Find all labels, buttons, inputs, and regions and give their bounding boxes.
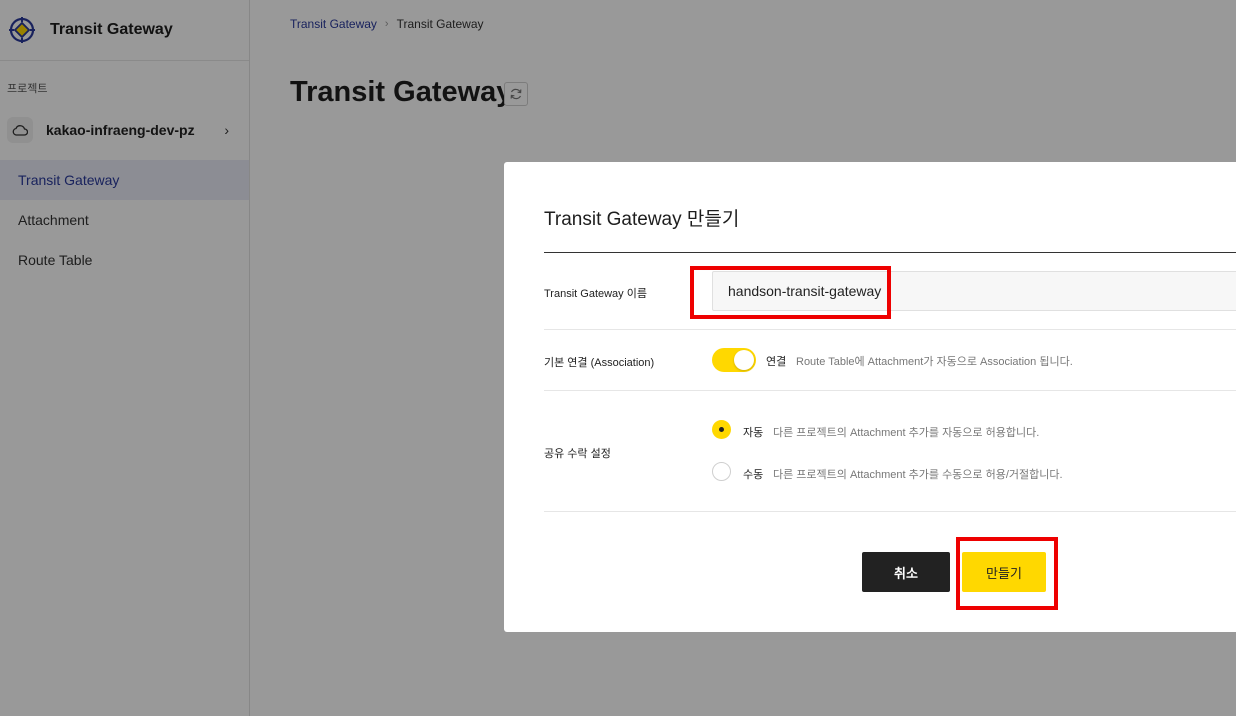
radio-manual-description: 다른 프로젝트의 Attachment 추가를 수동으로 허용/거절합니다. bbox=[773, 469, 1063, 481]
radio-auto[interactable] bbox=[712, 420, 731, 439]
radio-manual[interactable] bbox=[712, 462, 731, 481]
highlight-create-button bbox=[956, 537, 1058, 610]
association-description: Route Table에 Attachment가 자동으로 Associatio… bbox=[796, 356, 1073, 368]
row-divider bbox=[544, 329, 1236, 330]
association-toggle[interactable] bbox=[712, 348, 756, 372]
share-acceptance-label: 공유 수락 설정 bbox=[544, 448, 611, 460]
radio-manual-label: 수동 bbox=[743, 469, 764, 481]
row-divider bbox=[544, 390, 1236, 391]
association-state-label: 연결 bbox=[766, 356, 787, 368]
dialog-title-divider bbox=[544, 252, 1236, 253]
highlight-name-input bbox=[690, 266, 891, 319]
cancel-button[interactable]: 취소 bbox=[862, 552, 950, 592]
row-divider bbox=[544, 511, 1236, 512]
dialog-title: Transit Gateway 만들기 bbox=[544, 209, 740, 230]
radio-auto-label: 자동 bbox=[743, 427, 764, 439]
name-field-label: Transit Gateway 이름 bbox=[544, 288, 647, 300]
radio-auto-description: 다른 프로젝트의 Attachment 추가를 자동으로 허용합니다. bbox=[773, 427, 1040, 439]
association-label: 기본 연결 (Association) bbox=[544, 357, 655, 369]
create-transit-gateway-dialog: Transit Gateway 만들기 Transit Gateway 이름 h… bbox=[504, 162, 1236, 632]
toggle-knob bbox=[734, 350, 754, 370]
